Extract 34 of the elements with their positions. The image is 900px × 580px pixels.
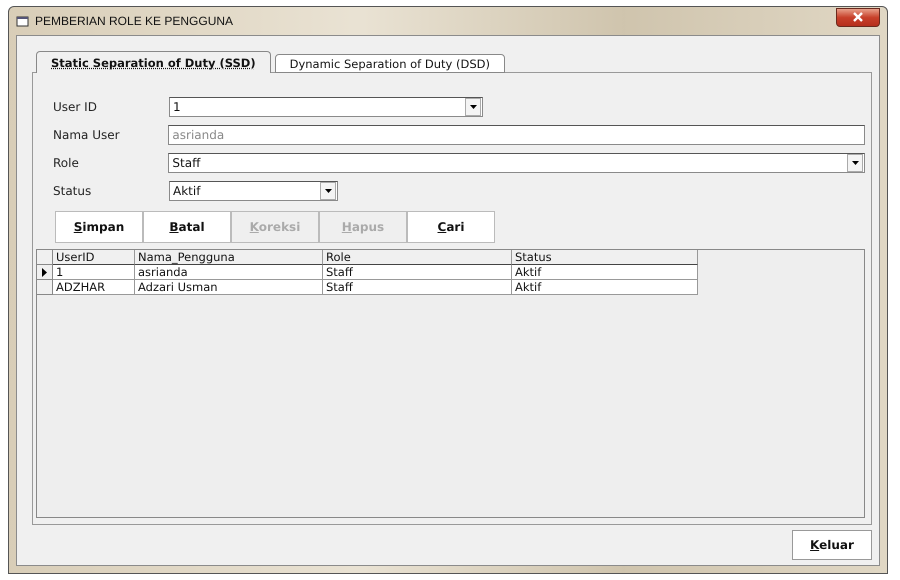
window-title: PEMBERIAN ROLE KE PENGGUNA (35, 14, 234, 28)
dropdown-field[interactable]: Staff (168, 153, 865, 173)
table-cell: ADZHAR (53, 280, 135, 295)
table-cell: Aktif (512, 280, 698, 295)
table-cell: Staff (323, 280, 512, 295)
table-cell: 1 (53, 265, 135, 280)
close-button[interactable] (836, 8, 880, 26)
field-label: Role (53, 156, 80, 170)
dropdown-field[interactable]: 1 (169, 97, 483, 117)
current-row-icon (42, 268, 47, 276)
action-button[interactable]: Cari (407, 211, 495, 243)
dropdown-arrow-icon (470, 105, 476, 109)
dropdown-field[interactable]: Aktif (169, 181, 338, 201)
column-header[interactable]: Status (512, 250, 698, 265)
column-header[interactable]: Nama_Pengguna (135, 250, 323, 265)
window-icon (16, 16, 29, 26)
dropdown-arrow-icon (324, 189, 332, 193)
table-cell: asrianda (135, 265, 323, 280)
dropdown-arrow-icon (852, 161, 858, 165)
action-button[interactable]: Simpan (55, 211, 143, 243)
table-cell: Adzari Usman (135, 280, 323, 295)
table-cell: Staff (323, 265, 512, 280)
column-header[interactable]: UserID (53, 250, 135, 265)
close-icon (852, 12, 864, 22)
exit-button[interactable]: Keluar (792, 530, 872, 560)
field-label: Nama User (53, 128, 121, 142)
column-header[interactable]: Role (323, 250, 512, 265)
field-label: Status (53, 184, 92, 198)
action-button[interactable]: Batal (143, 211, 231, 243)
row-selector[interactable] (37, 265, 53, 280)
field-label: User ID (53, 100, 98, 114)
tab[interactable]: Dynamic Separation of Duty (DSD) (274, 54, 505, 73)
table-cell: Aktif (512, 265, 698, 280)
tab[interactable]: Static Separation of Duty (SSD) (36, 51, 271, 73)
